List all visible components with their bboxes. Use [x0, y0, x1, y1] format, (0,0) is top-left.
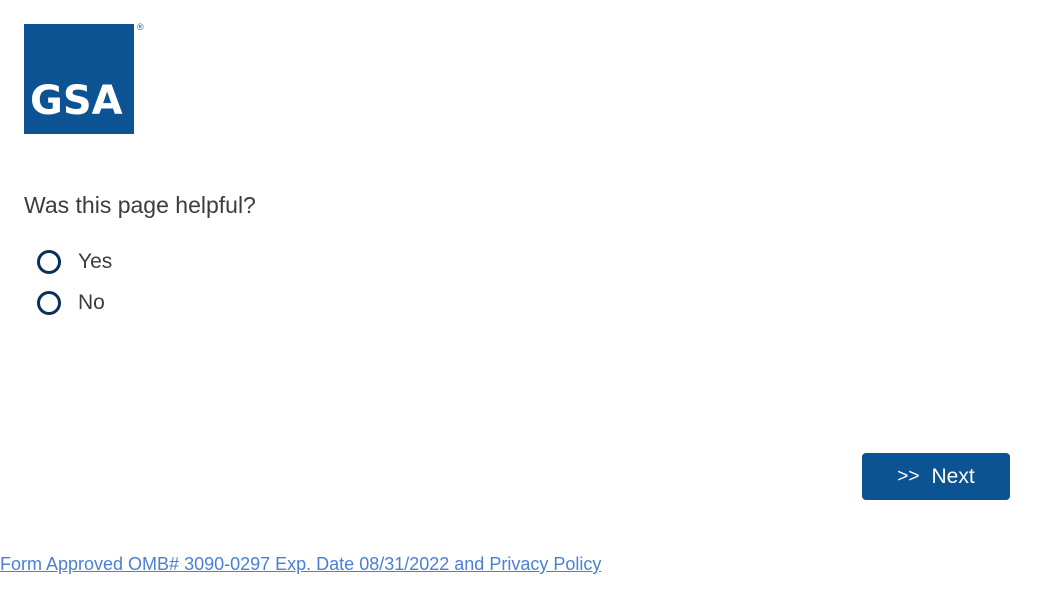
- answer-options: Yes No: [37, 248, 112, 330]
- omb-privacy-link[interactable]: Form Approved OMB# 3090-0297 Exp. Date 0…: [0, 554, 601, 575]
- gsa-logo-text: GSA: [30, 78, 123, 124]
- registered-mark: ®: [137, 22, 144, 32]
- next-button-label: Next: [931, 464, 975, 488]
- gsa-logo: GSA: [24, 24, 134, 134]
- survey-page: GSA ® Was this page helpful? Yes No >> N…: [0, 0, 1060, 598]
- survey-question: Was this page helpful?: [24, 192, 256, 218]
- gsa-logo-graphic: GSA: [24, 24, 134, 134]
- next-button[interactable]: >> Next: [862, 453, 1010, 500]
- radio-no[interactable]: [37, 291, 61, 315]
- option-no-label[interactable]: No: [78, 291, 105, 315]
- option-no[interactable]: No: [37, 289, 112, 317]
- radio-yes[interactable]: [37, 250, 61, 274]
- next-arrows-icon: >>: [897, 465, 920, 487]
- option-yes-label[interactable]: Yes: [78, 250, 112, 274]
- option-yes[interactable]: Yes: [37, 248, 112, 276]
